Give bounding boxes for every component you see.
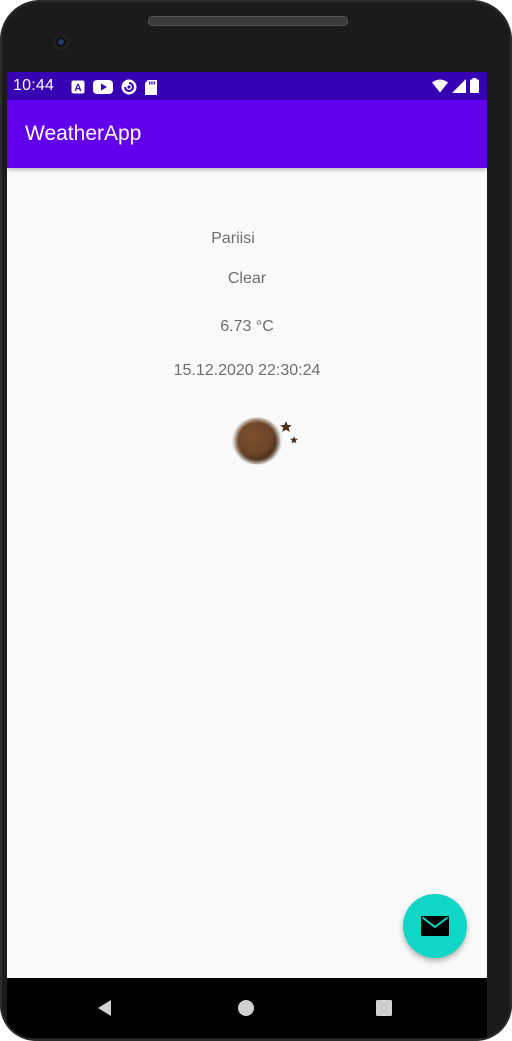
system-status-icons [432, 78, 479, 93]
youtube-icon [93, 80, 113, 94]
home-icon [238, 1000, 254, 1016]
temperature-label: 6.73 °C [220, 318, 274, 335]
condition-label: Clear [227, 270, 267, 287]
send-email-fab[interactable] [403, 894, 467, 958]
svg-text:A: A [74, 83, 81, 94]
status-bar: 10:44 A [7, 72, 487, 100]
datetime-label: 15.12.2020 22:30:24 [173, 362, 321, 379]
wifi-icon [432, 79, 448, 92]
recents-button[interactable] [372, 996, 396, 1020]
phone-frame: 10:44 A WeatherApp Pariisi Clear 6.73 °C… [0, 0, 512, 1041]
front-camera [53, 34, 69, 50]
sd-card-icon [145, 79, 157, 95]
home-button[interactable] [234, 996, 258, 1020]
pocket-casts-icon [121, 79, 137, 95]
signal-icon [452, 78, 466, 93]
app-bar: WeatherApp [7, 100, 487, 168]
back-icon [98, 1000, 111, 1016]
recents-icon [376, 1000, 392, 1016]
envelope-icon [421, 916, 449, 936]
battery-icon [470, 78, 479, 93]
system-navigation-bar [7, 978, 487, 1038]
notification-icons: A [71, 79, 157, 95]
status-time: 10:44 [13, 77, 55, 94]
device-screen: 10:44 A WeatherApp Pariisi Clear 6.73 °C… [7, 72, 487, 1038]
a-badge-icon: A [71, 80, 85, 94]
app-title: WeatherApp [25, 122, 142, 145]
clear-night-moon-icon [232, 417, 298, 465]
city-label: Pariisi [211, 230, 255, 247]
back-button[interactable] [93, 996, 117, 1020]
speaker-grille [148, 16, 348, 26]
